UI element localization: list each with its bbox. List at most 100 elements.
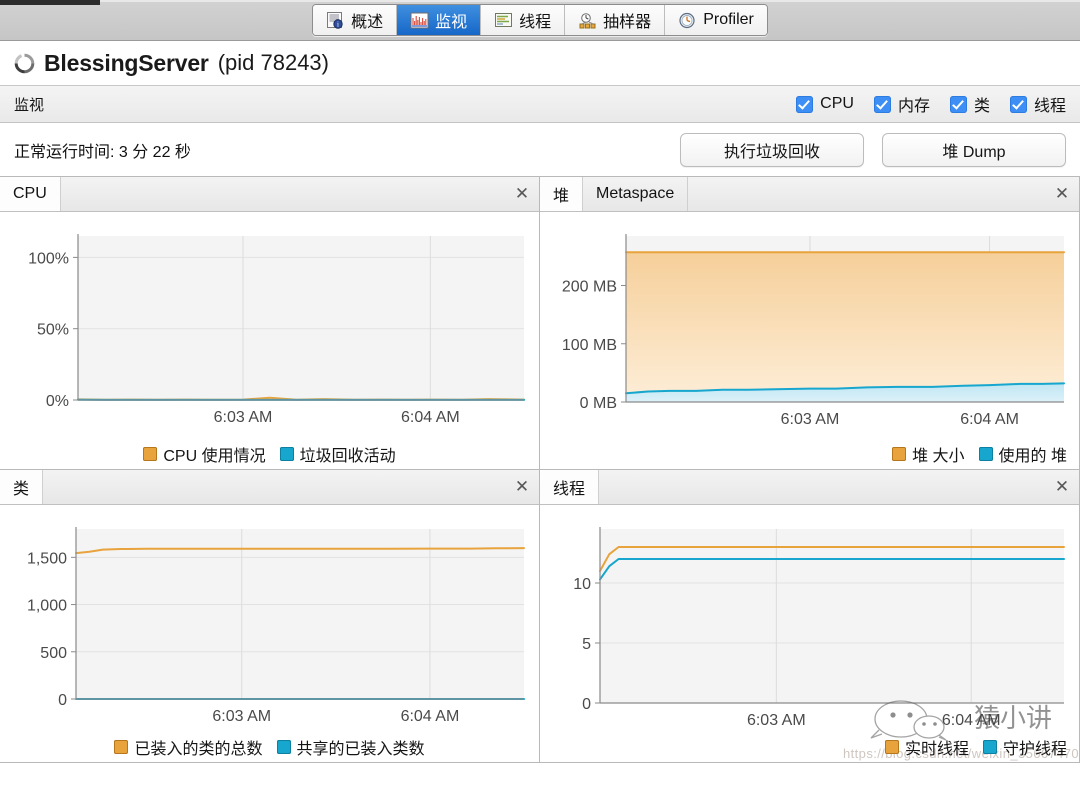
svg-text:500: 500 (40, 645, 67, 662)
svg-text:6:04 AM: 6:04 AM (401, 409, 460, 426)
legend-swatch (279, 447, 294, 461)
svg-text:0: 0 (582, 696, 591, 713)
checkbox-memory-box[interactable] (873, 95, 891, 113)
threads-chart-legend: 实时线程 守护线程 (884, 735, 1067, 759)
legend-item: 守护线程 (982, 735, 1067, 759)
tab-threads[interactable]: 线程 (481, 5, 566, 35)
monitor-section-label: 监视 (14, 96, 45, 114)
legend-label: CPU 使用情况 (163, 448, 266, 465)
panel-threads-header-spacer (599, 470, 1045, 504)
svg-text:1,000: 1,000 (27, 598, 67, 615)
svg-text:6:04 AM: 6:04 AM (960, 411, 1019, 428)
svg-text:5: 5 (582, 636, 591, 653)
legend-label: 实时线程 (904, 741, 969, 758)
legend-item: 垃圾回收活动 (279, 442, 396, 466)
checkbox-threads-label: 线程 (1033, 98, 1066, 115)
panel-threads-header: 线程 ✕ (540, 470, 1079, 505)
tab-bar: i 概述 监视 线程 抽样器 Profiler (312, 4, 768, 36)
svg-text:6:03 AM: 6:03 AM (747, 712, 806, 729)
panel-cpu: CPU ✕ 0% 50% 100% 6:03 AM 6:04 AM CPU 使用情况 垃… (0, 176, 540, 470)
panel-cpu-header: CPU ✕ (0, 177, 539, 212)
panel-classes-header: 类 ✕ (0, 470, 539, 505)
classes-chart: 0 500 1,000 1,500 6:03 AM 6:04 AM (27, 527, 525, 725)
process-pid: (pid 78243) (217, 50, 329, 75)
checkbox-cpu[interactable]: CPU (796, 95, 854, 113)
panel-heap-header-spacer (688, 177, 1045, 211)
close-icon[interactable]: ✕ (505, 470, 539, 504)
tab-monitor[interactable]: 监视 (397, 5, 482, 35)
close-icon[interactable]: ✕ (1045, 177, 1079, 211)
monitor-chart-icon (410, 12, 429, 28)
panel-cpu-header-spacer (61, 177, 505, 211)
legend-swatch (884, 740, 899, 754)
legend-label: 已装入的类的总数 (134, 741, 263, 758)
close-icon[interactable]: ✕ (1045, 470, 1079, 504)
legend-label: 堆 大小 (912, 448, 965, 465)
svg-text:200 MB: 200 MB (562, 279, 617, 296)
panel-heap-header: 堆 Metaspace ✕ (540, 177, 1079, 212)
checkbox-cpu-box[interactable] (796, 95, 814, 113)
panel-heap-body: 0 MB 100 MB 200 MB 6:03 AM 6:04 AM 堆 大小 使用的 … (540, 212, 1079, 469)
cpu-chart-legend: CPU 使用情况 垃圾回收活动 (0, 442, 539, 466)
legend-item: 已装入的类的总数 (114, 735, 263, 759)
legend-item: 共享的已装入类数 (276, 735, 425, 759)
panel-cpu-body: 0% 50% 100% 6:03 AM 6:04 AM CPU 使用情况 垃圾回收活动 (0, 212, 539, 469)
legend-swatch (892, 447, 907, 461)
legend-swatch (978, 447, 993, 461)
svg-text:100%: 100% (28, 250, 69, 267)
tab-overview-label: 概述 (351, 14, 384, 31)
panel-classes-header-spacer (43, 470, 505, 504)
panel-heap-tab-metaspace[interactable]: Metaspace (583, 177, 689, 211)
legend-label: 共享的已装入类数 (296, 741, 425, 758)
svg-text:6:03 AM: 6:03 AM (212, 708, 271, 725)
svg-text:0 MB: 0 MB (580, 395, 617, 412)
panel-classes-body: 0 500 1,000 1,500 6:03 AM 6:04 AM 已装入的类的总数 共享… (0, 505, 539, 762)
svg-text:6:04 AM: 6:04 AM (942, 712, 1001, 729)
panel-threads-title[interactable]: 线程 (540, 470, 600, 504)
action-button-group: 执行垃圾回收 堆 Dump (680, 133, 1066, 167)
checkbox-memory[interactable]: 内存 (873, 92, 930, 116)
panel-classes-title[interactable]: 类 (0, 470, 44, 504)
svg-text:0%: 0% (46, 393, 69, 410)
legend-label: 守护线程 (1002, 741, 1067, 758)
checkbox-threads-box[interactable] (1009, 95, 1027, 113)
loading-spinner-icon (14, 53, 35, 73)
panel-threads-body: 0 5 10 6:03 AM 6:04 AM 猿小讲 https://blog.csdn… (540, 505, 1079, 762)
checkbox-threads[interactable]: 线程 (1009, 92, 1066, 116)
checkbox-memory-label: 内存 (897, 98, 930, 115)
legend-item: CPU 使用情况 (143, 442, 266, 466)
legend-item: 使用的 堆 (978, 442, 1067, 466)
checkbox-classes[interactable]: 类 (949, 92, 990, 116)
svg-text:100 MB: 100 MB (562, 337, 617, 354)
monitor-checkbox-group: CPU 内存 类 线程 (796, 92, 1066, 116)
perform-gc-button[interactable]: 执行垃圾回收 (680, 133, 864, 167)
overview-icon: i (327, 11, 343, 29)
cpu-chart: 0% 50% 100% 6:03 AM 6:04 AM (28, 234, 525, 426)
process-header: BlessingServer (pid 78243) (0, 41, 1080, 85)
svg-text:0: 0 (58, 692, 67, 709)
panel-threads: 线程 ✕ 0 5 10 6:03 AM 6:04 AM 猿小讲 https://blog… (539, 469, 1080, 763)
tab-sampler[interactable]: 抽样器 (565, 5, 666, 35)
legend-item: 实时线程 (884, 735, 969, 759)
tab-overview[interactable]: i 概述 (313, 5, 398, 35)
tab-sampler-label: 抽样器 (603, 14, 652, 31)
clock-icon (679, 12, 695, 28)
sampler-icon (579, 12, 596, 28)
legend-label: 使用的 堆 (998, 448, 1067, 465)
tab-threads-label: 线程 (519, 14, 552, 31)
tab-profiler-label: Profiler (703, 11, 754, 28)
tab-monitor-label: 监视 (435, 14, 468, 31)
svg-text:6:04 AM: 6:04 AM (401, 708, 460, 725)
panel-heap-tab-heap[interactable]: 堆 (540, 177, 584, 211)
panel-cpu-title[interactable]: CPU (0, 177, 61, 211)
close-icon[interactable]: ✕ (505, 177, 539, 211)
tab-profiler[interactable]: Profiler (665, 5, 767, 35)
svg-text:6:03 AM: 6:03 AM (781, 411, 840, 428)
heap-chart-legend: 堆 大小 使用的 堆 (892, 442, 1067, 466)
svg-text:50%: 50% (37, 322, 69, 339)
panel-classes: 类 ✕ 0 500 1,000 1,500 6:03 AM 6:04 AM 已装入的类的总… (0, 469, 540, 763)
heap-dump-button[interactable]: 堆 Dump (882, 133, 1066, 167)
svg-text:i: i (337, 20, 339, 28)
checkbox-classes-box[interactable] (949, 95, 967, 113)
svg-text:1,500: 1,500 (27, 550, 67, 567)
